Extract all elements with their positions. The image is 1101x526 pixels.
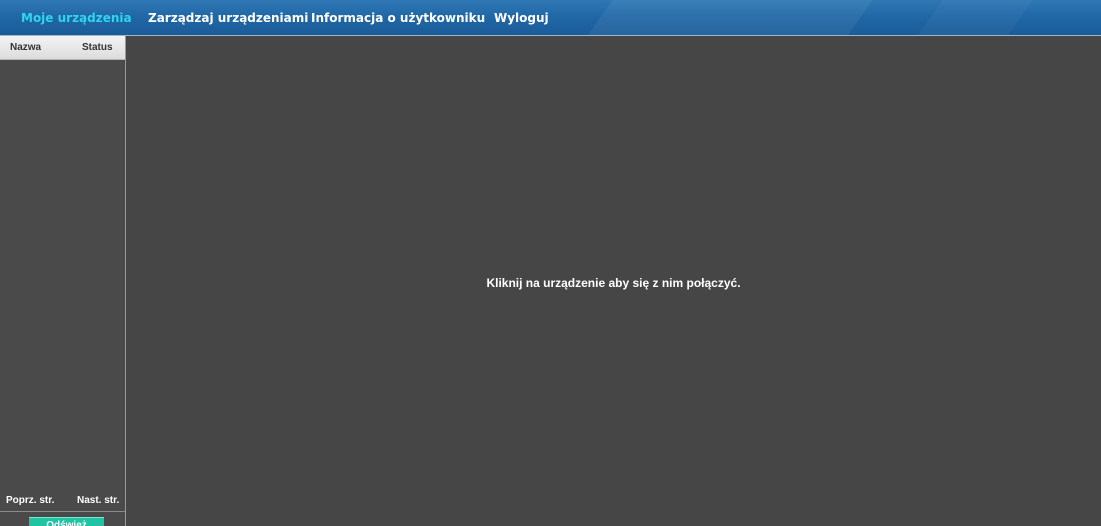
device-list: [0, 60, 125, 490]
next-page-button[interactable]: Nast. str.: [77, 492, 119, 510]
nav-user-info[interactable]: Informacja o użytkowniku: [311, 0, 485, 35]
nav-bar-decoration: [587, 0, 873, 35]
device-list-header: Nazwa Status: [0, 36, 125, 60]
device-list-panel: Nazwa Status Poprz. str. Nast. str. Odśw…: [0, 36, 126, 526]
column-header-status[interactable]: Status: [82, 36, 113, 60]
nav-manage-devices[interactable]: Zarządzaj urządzeniami: [148, 0, 308, 35]
column-header-name[interactable]: Nazwa: [10, 36, 41, 60]
top-navigation-bar: Moje urządzenia Zarządzaj urządzeniami I…: [0, 0, 1101, 36]
nav-bar-decoration: [917, 0, 1033, 35]
app-window: Moje urządzenia Zarządzaj urządzeniami I…: [0, 0, 1101, 526]
nav-my-devices[interactable]: Moje urządzenia: [21, 0, 132, 35]
nav-logout[interactable]: Wyloguj: [494, 0, 549, 35]
pagination: Poprz. str. Nast. str.: [0, 492, 125, 512]
refresh-button[interactable]: Odśwież: [29, 517, 104, 526]
device-viewer: Kliknij na urządzenie aby się z nim połą…: [126, 36, 1101, 526]
connect-hint-message: Kliknij na urządzenie aby się z nim połą…: [486, 276, 741, 290]
previous-page-button[interactable]: Poprz. str.: [6, 492, 54, 510]
